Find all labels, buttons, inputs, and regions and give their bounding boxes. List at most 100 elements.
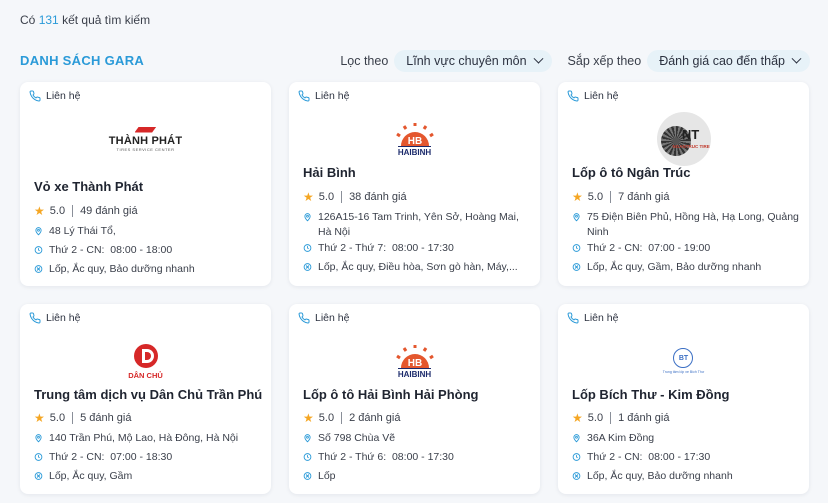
wrench-icon bbox=[34, 262, 44, 276]
address-text: 126A15-16 Tam Trinh, Yên Sở, Hoàng Mai, … bbox=[318, 211, 519, 238]
contact-button[interactable]: Liên hệ bbox=[29, 312, 80, 324]
review-count: 2 đánh giá bbox=[349, 412, 401, 424]
gara-name[interactable]: Trung tâm dịch vụ Dân Chủ Trần Phú bbox=[34, 387, 262, 402]
gara-card[interactable]: Liên hệ NT NGANTRUC TIRE Lốp ô tô Ngân Trúc… bbox=[558, 82, 809, 286]
gara-name[interactable]: Lốp ô tô Hải Bình Hải Phòng bbox=[303, 387, 530, 402]
gara-card[interactable]: Liên hệ BT Trung tâm lốp xe Bích Thư Lốp Bí… bbox=[558, 304, 809, 494]
gara-logo: NT NGANTRUC TIRE bbox=[558, 110, 809, 168]
gara-rating: ★ 5.0 2 đánh giá bbox=[303, 411, 400, 425]
filter-bar: Lọc theo Lĩnh vực chuyên môn Sắp xếp the… bbox=[340, 50, 810, 72]
dan-chu-logo: DÂN CHỦ bbox=[128, 343, 163, 380]
gara-services: Lốp, Ắc quy, Gầm, Bảo dưỡng nhanh bbox=[572, 260, 799, 274]
clock-icon bbox=[34, 450, 44, 464]
clock-icon bbox=[303, 241, 313, 255]
gara-name[interactable]: Lốp ô tô Ngân Trúc bbox=[572, 165, 799, 180]
rating-value: 5.0 bbox=[49, 412, 66, 424]
logo-text: NGANTRUC TIRE bbox=[672, 144, 710, 149]
rating-value: 5.0 bbox=[318, 412, 335, 424]
services-text: Lốp, Ắc quy, Gầm, Bảo dưỡng nhanh bbox=[587, 261, 762, 273]
hours-text: Thứ 2 - Thứ 6: 08:00 - 17:30 bbox=[318, 451, 454, 463]
logo-subtext: TIRES SERVICE CENTER bbox=[116, 146, 175, 152]
location-pin-icon bbox=[34, 224, 44, 238]
rating-value: 5.0 bbox=[318, 191, 335, 203]
rating-divider bbox=[610, 191, 612, 203]
rating-divider bbox=[610, 412, 612, 424]
star-icon: ★ bbox=[34, 204, 45, 218]
gara-logo: HB HAIBINH bbox=[289, 332, 540, 390]
gara-services: Lốp, Ắc quy, Bảo dưỡng nhanh bbox=[34, 262, 261, 276]
clock-icon bbox=[572, 241, 582, 255]
gara-card[interactable]: Liên hệ THÀNH PHÁT TIRES SERVICE CENTER Vỏ … bbox=[20, 82, 271, 286]
contact-button[interactable]: Liên hệ bbox=[29, 90, 80, 102]
gara-rating: ★ 5.0 38 đánh giá bbox=[303, 190, 407, 204]
location-pin-icon bbox=[572, 431, 582, 445]
logo-mark: BT bbox=[678, 354, 689, 362]
hours-text: Thứ 2 - CN: 08:00 - 18:00 bbox=[49, 244, 173, 256]
location-pin-icon bbox=[303, 210, 313, 224]
contact-button[interactable]: Liên hệ bbox=[298, 90, 349, 102]
gara-hours: Thứ 2 - CN: 08:00 - 17:30 bbox=[572, 450, 799, 464]
rating-divider bbox=[72, 412, 74, 424]
wrench-icon bbox=[572, 260, 582, 274]
logo-mark: NT bbox=[681, 126, 700, 142]
clock-icon bbox=[34, 243, 44, 257]
sort-dropdown[interactable]: Đánh giá cao đến thấp bbox=[647, 50, 810, 72]
clock-icon bbox=[303, 450, 313, 464]
address-text: 75 Điện Biên Phủ, Hồng Hà, Hạ Long, Quản… bbox=[587, 211, 799, 238]
review-count: 1 đánh giá bbox=[618, 412, 670, 424]
result-count: Có 131 kết quả tìm kiếm bbox=[20, 13, 150, 27]
contact-button[interactable]: Liên hệ bbox=[567, 90, 618, 102]
star-icon: ★ bbox=[34, 411, 45, 425]
review-count: 7 đánh giá bbox=[618, 191, 670, 203]
phone-icon bbox=[567, 312, 579, 324]
hai-binh-logo: HB HAIBINH bbox=[395, 122, 435, 157]
review-count: 5 đánh giá bbox=[80, 412, 132, 424]
clock-icon bbox=[572, 450, 582, 464]
services-text: Lốp, Ắc quy, Bảo dưỡng nhanh bbox=[587, 470, 733, 482]
gara-logo: HB HAIBINH bbox=[289, 110, 540, 168]
phone-icon bbox=[298, 312, 310, 324]
gara-rating: ★ 5.0 7 đánh giá bbox=[572, 190, 669, 204]
hours-text: Thứ 2 - Thứ 7: 08:00 - 17:30 bbox=[318, 242, 454, 254]
gara-address: Số 798 Chùa Vẽ bbox=[303, 431, 530, 445]
gara-hours: Thứ 2 - CN: 07:00 - 18:30 bbox=[34, 450, 261, 464]
services-text: Lốp, Ắc quy, Gầm bbox=[49, 470, 133, 482]
rating-divider bbox=[72, 205, 74, 217]
gara-card[interactable]: Liên hệ HB HAIBINH Hải Bình ★ 5.0 38 đánh giá 1… bbox=[289, 82, 540, 286]
result-prefix: Có bbox=[20, 13, 36, 27]
services-text: Lốp, Ắc quy, Điều hòa, Sơn gò hàn, Máy,.… bbox=[318, 261, 518, 273]
wrench-icon bbox=[572, 469, 582, 483]
gara-card[interactable]: Liên hệ HB HAIBINH Lốp ô tô Hải Bình Hải Ph… bbox=[289, 304, 540, 494]
star-icon: ★ bbox=[572, 411, 583, 425]
sort-value: Đánh giá cao đến thấp bbox=[659, 54, 785, 68]
services-text: Lốp, Ắc quy, Bảo dưỡng nhanh bbox=[49, 263, 195, 275]
gara-name[interactable]: Hải Bình bbox=[303, 165, 530, 180]
address-text: 36A Kim Đồng bbox=[587, 432, 655, 444]
rating-divider bbox=[341, 412, 343, 424]
list-title: DANH SÁCH GARA bbox=[20, 53, 145, 68]
gara-card[interactable]: Liên hệ DÂN CHỦ Trung tâm dịch vụ Dân Chủ … bbox=[20, 304, 271, 494]
filter-dropdown[interactable]: Lĩnh vực chuyên môn bbox=[394, 50, 552, 72]
phone-icon bbox=[298, 90, 310, 102]
hai-binh-logo: HB HAIBINH bbox=[395, 344, 435, 379]
hours-text: Thứ 2 - CN: 07:00 - 18:30 bbox=[49, 451, 173, 463]
contact-label: Liên hệ bbox=[584, 90, 619, 102]
star-icon: ★ bbox=[303, 190, 314, 204]
result-number: 131 bbox=[38, 13, 59, 27]
contact-button[interactable]: Liên hệ bbox=[298, 312, 349, 324]
logo-text: Trung tâm lốp xe Bích Thư bbox=[662, 370, 705, 374]
gara-rating: ★ 5.0 1 đánh giá bbox=[572, 411, 669, 425]
gara-address: 75 Điện Biên Phủ, Hồng Hà, Hạ Long, Quản… bbox=[572, 210, 799, 240]
location-pin-icon bbox=[572, 210, 582, 224]
chevron-down-icon bbox=[533, 53, 543, 64]
thanh-phat-logo: THÀNH PHÁT TIRES SERVICE CENTER bbox=[109, 126, 183, 152]
gara-hours: Thứ 2 - CN: 07:00 - 19:00 bbox=[572, 241, 799, 255]
contact-label: Liên hệ bbox=[315, 90, 350, 102]
gara-name[interactable]: Lốp Bích Thư - Kim Đồng bbox=[572, 387, 799, 402]
gara-hours: Thứ 2 - Thứ 7: 08:00 - 17:30 bbox=[303, 241, 530, 255]
contact-button[interactable]: Liên hệ bbox=[567, 312, 618, 324]
gara-name[interactable]: Vỏ xe Thành Phát bbox=[34, 179, 261, 194]
gara-hours: Thứ 2 - Thứ 6: 08:00 - 17:30 bbox=[303, 450, 530, 464]
gara-address: 126A15-16 Tam Trinh, Yên Sở, Hoàng Mai, … bbox=[303, 210, 530, 240]
contact-label: Liên hệ bbox=[584, 312, 619, 324]
